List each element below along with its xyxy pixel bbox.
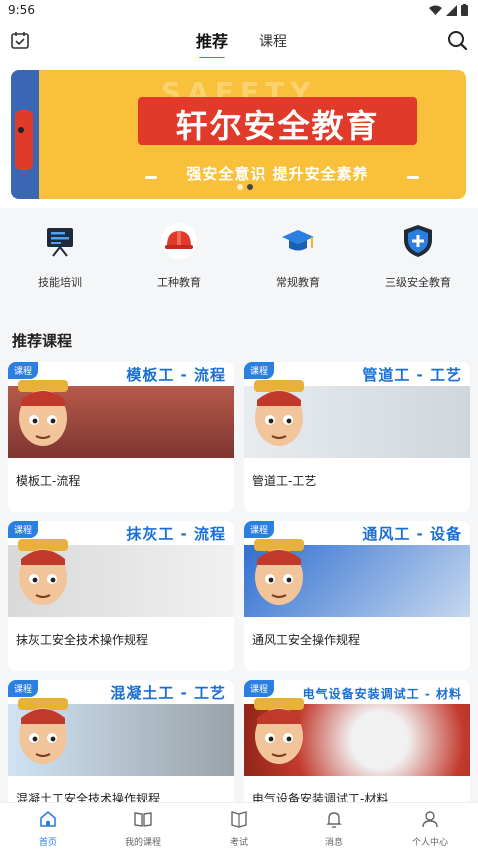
- home-icon: [40, 810, 56, 827]
- status-time: 9:56: [8, 3, 35, 17]
- status-bar: 9:56: [0, 0, 478, 22]
- banner-pager: [237, 184, 253, 190]
- safety-helmet-icon: [161, 223, 197, 259]
- course-name: 模板工-流程: [16, 474, 81, 488]
- bell-icon: [326, 812, 342, 828]
- course-thumbnail: 管道工 - 工艺: [244, 362, 470, 458]
- category-label: 常规教育: [276, 276, 320, 289]
- wifi-icon: [429, 5, 442, 15]
- category-label: 三级安全教育: [385, 276, 451, 289]
- mascot-illustration: [18, 539, 68, 605]
- course-thumbnail: 混凝土工 - 工艺: [8, 680, 234, 776]
- category-skill-training[interactable]: 技能培训: [10, 222, 110, 290]
- course-badge: 课程: [244, 362, 275, 379]
- course-badge: 课程: [8, 680, 39, 697]
- tab-recommend[interactable]: 推荐: [196, 28, 228, 52]
- mascot-illustration: [254, 380, 304, 446]
- course-headline: 通风工 - 设备: [362, 525, 462, 543]
- category-three-level-safety[interactable]: 三级安全教育: [368, 222, 468, 290]
- tab-label: 我的课程: [124, 838, 161, 848]
- course-thumbnail: 抹灰工 - 流程: [8, 521, 234, 617]
- course-thumbnail: 电气设备安装调试工 - 材料: [244, 680, 470, 776]
- mascot-illustration: [18, 698, 68, 764]
- bottom-tab-bar: 首页 我的课程 考试 消息 个人中心: [0, 802, 478, 850]
- battery-icon: [461, 4, 468, 16]
- tab-messages[interactable]: 消息: [294, 809, 374, 848]
- open-book-icon: [134, 812, 152, 827]
- tab-label: 首页: [38, 838, 57, 848]
- mascot-illustration: [254, 698, 304, 764]
- search-icon[interactable]: [446, 29, 468, 51]
- tab-label: 个人中心: [411, 838, 448, 848]
- user-icon: [422, 811, 438, 828]
- tab-exam[interactable]: 考试: [199, 809, 279, 848]
- course-headline: 管道工 - 工艺: [362, 366, 462, 384]
- course-headline: 混凝土工 - 工艺: [110, 684, 226, 702]
- course-thumbnail: 通风工 - 设备: [244, 521, 470, 617]
- mascot-illustration: [254, 539, 304, 605]
- course-thumbnail: 模板工 - 流程: [8, 362, 234, 458]
- course-name: 通风工安全操作规程: [252, 633, 361, 647]
- pager-dot-active: [247, 184, 253, 190]
- course-badge: 课程: [244, 521, 275, 538]
- section-title: 推荐课程: [12, 332, 73, 350]
- banner-dash: [145, 176, 157, 179]
- calendar-check-icon[interactable]: [10, 30, 30, 50]
- category-trade-education[interactable]: 工种教育: [129, 222, 229, 290]
- banner-dash: [407, 176, 419, 179]
- course-name: 管道工-工艺: [252, 474, 317, 488]
- top-nav: 推荐 课程: [0, 22, 478, 58]
- tab-home[interactable]: 首页: [8, 809, 88, 848]
- course-badge: 课程: [8, 362, 39, 379]
- course-card[interactable]: 通风工 - 设备 课程 通风工安全操作规程: [244, 521, 470, 671]
- course-headline: 电气设备安装调试工 - 材料: [302, 687, 462, 701]
- course-card[interactable]: 管道工 - 工艺 课程 管道工-工艺: [244, 362, 470, 512]
- tab-courses[interactable]: 课程: [259, 31, 287, 51]
- tab-my-courses[interactable]: 我的课程: [103, 809, 183, 848]
- exam-book-icon: [231, 811, 247, 828]
- shield-plus-icon: [404, 225, 432, 257]
- presentation-board-icon: [47, 228, 73, 257]
- course-card[interactable]: 模板工 - 流程 课程 模板工-流程: [8, 362, 234, 512]
- signal-icon: [446, 4, 457, 16]
- extinguisher-illustration: [15, 110, 33, 170]
- course-badge: 课程: [8, 521, 39, 538]
- system-icons: [429, 4, 468, 16]
- promo-banner[interactable]: SAFETY 轩尔安全教育 强安全意识 提升安全素养: [11, 70, 466, 199]
- tab-label: 消息: [324, 838, 343, 848]
- pager-dot: [237, 184, 243, 190]
- graduation-cap-icon: [282, 230, 314, 251]
- banner-title: 轩尔安全教育: [175, 107, 380, 145]
- category-label: 工种教育: [157, 276, 201, 289]
- category-routine-education[interactable]: 常规教育: [248, 222, 348, 290]
- category-label: 技能培训: [38, 276, 82, 289]
- course-badge: 课程: [244, 680, 275, 697]
- mascot-illustration: [18, 380, 68, 446]
- tab-label: 考试: [229, 838, 248, 848]
- tab-profile[interactable]: 个人中心: [390, 809, 470, 848]
- course-card[interactable]: 抹灰工 - 流程 课程 抹灰工安全技术操作规程: [8, 521, 234, 671]
- course-headline: 模板工 - 流程: [126, 366, 226, 384]
- banner-subtitle: 强安全意识 提升安全素养: [186, 165, 369, 183]
- category-grid: 技能培训 工种教育 常规教育 三级安全教育: [0, 208, 478, 308]
- course-name: 抹灰工安全技术操作规程: [16, 633, 149, 647]
- course-headline: 抹灰工 - 流程: [126, 525, 226, 543]
